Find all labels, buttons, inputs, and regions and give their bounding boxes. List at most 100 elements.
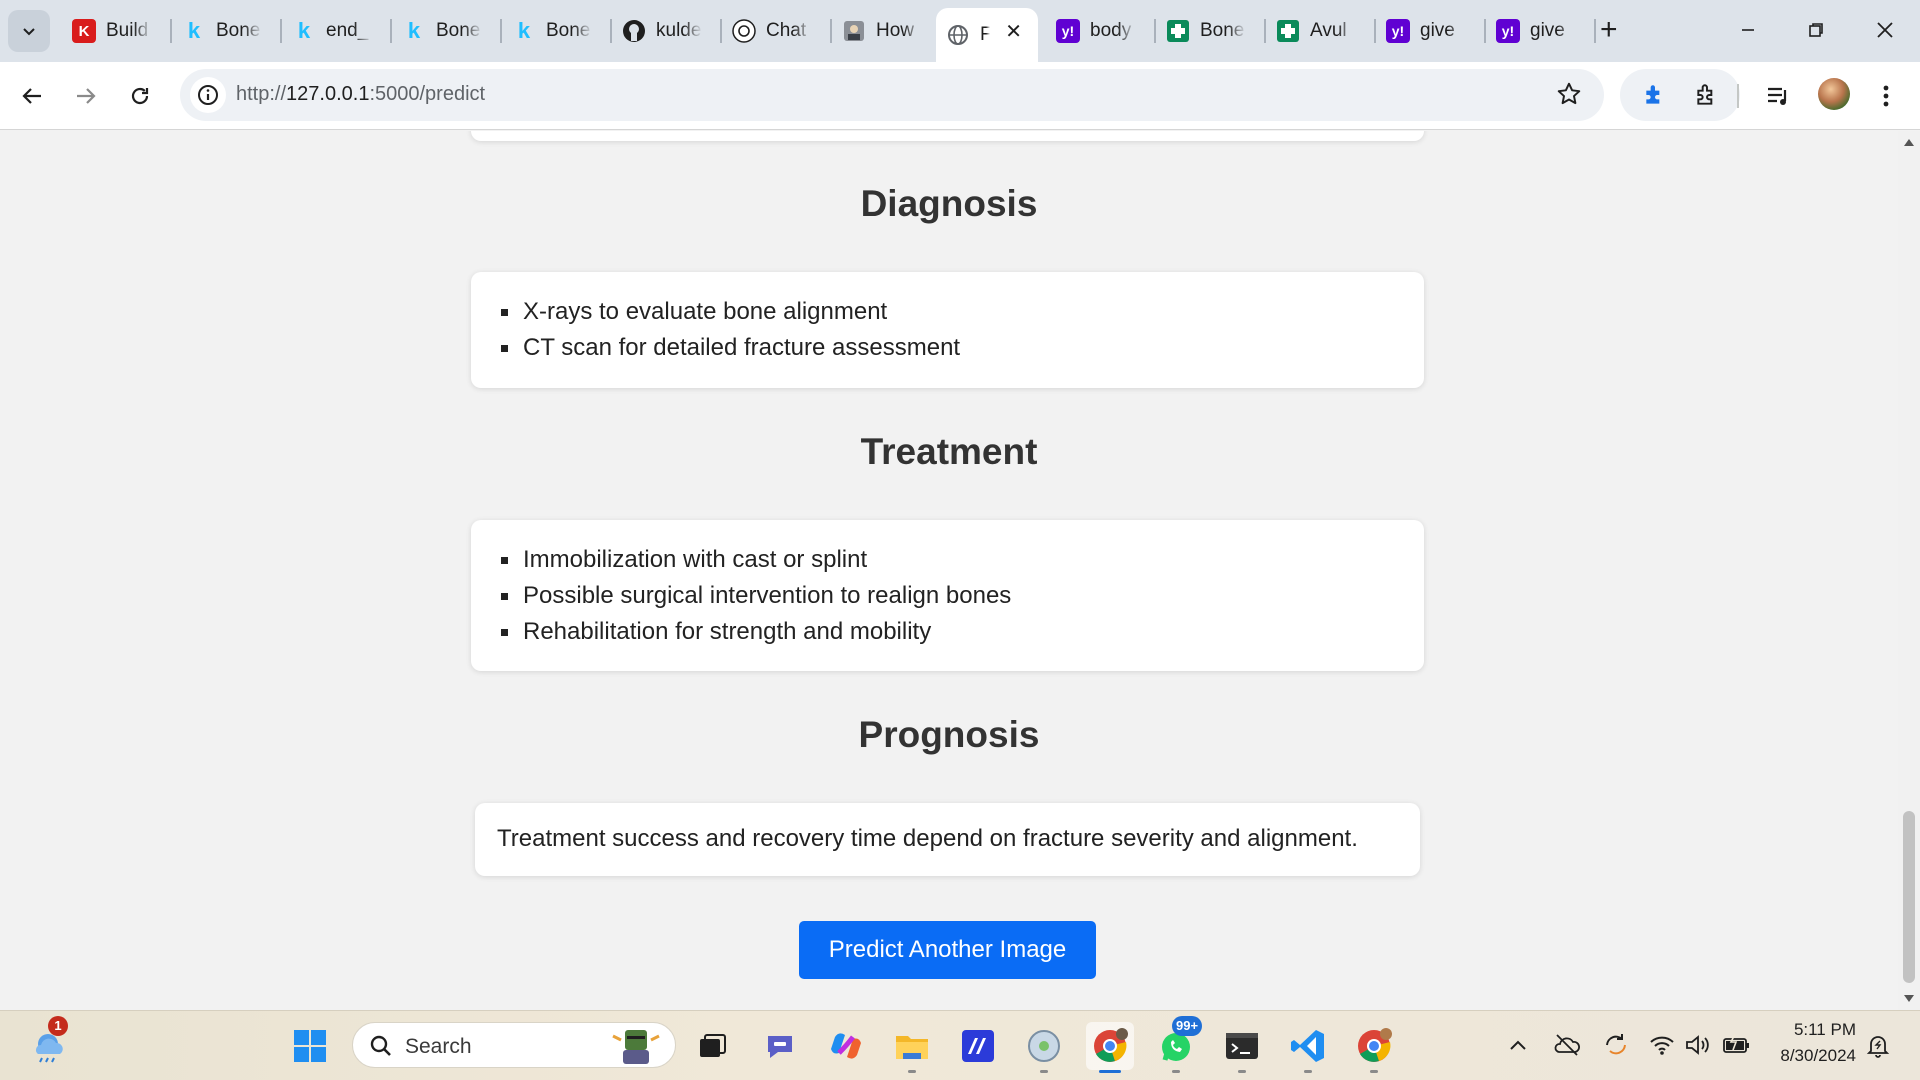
- copilot-icon: [831, 1033, 861, 1059]
- folder-icon: [896, 1036, 928, 1059]
- restore-icon: [1809, 23, 1823, 37]
- star-icon: [1557, 82, 1581, 105]
- tab-label: Bone: [216, 20, 261, 41]
- terminal-icon: [1226, 1033, 1258, 1059]
- tab-13[interactable]: y! give: [1376, 8, 1486, 54]
- k-red-icon: K: [72, 19, 96, 43]
- tab-3[interactable]: k end_: [282, 8, 392, 54]
- teams-chat-button[interactable]: [756, 1022, 804, 1070]
- media-control-icon[interactable]: [1765, 82, 1793, 110]
- tab-label: Avul: [1310, 20, 1347, 41]
- page-viewport: Diagnosis X-rays to evaluate bone alignm…: [0, 131, 1898, 1010]
- back-button[interactable]: [14, 78, 50, 114]
- extensions-icon[interactable]: [1694, 82, 1720, 108]
- diagnosis-card: X-rays to evaluate bone alignment CT sca…: [471, 272, 1424, 388]
- wifi-icon[interactable]: [1649, 1033, 1675, 1057]
- search-icon: [370, 1035, 391, 1056]
- scrollbar-thumb[interactable]: [1903, 811, 1915, 983]
- url-host: 127.0.0.1: [286, 83, 370, 105]
- bookmark-button[interactable]: [1556, 81, 1582, 112]
- profile-avatar[interactable]: [1818, 78, 1850, 110]
- treatment-list: Immobilization with cast or splint Possi…: [471, 520, 1424, 650]
- tab-11[interactable]: Bone: [1156, 8, 1266, 54]
- taskbar-search[interactable]: Search: [352, 1022, 676, 1068]
- task-view-button[interactable]: [688, 1022, 736, 1070]
- minimize-icon: [1742, 29, 1754, 31]
- forward-button[interactable]: [68, 78, 104, 114]
- scroll-down-arrow-icon[interactable]: [1904, 995, 1914, 1002]
- tab-5[interactable]: k Bone: [502, 8, 612, 54]
- chatgpt-icon: [732, 19, 756, 43]
- url-text[interactable]: http://127.0.0.1:5000/predict: [236, 83, 485, 106]
- tab-8[interactable]: How: [832, 8, 942, 54]
- chrome-button[interactable]: [1086, 1022, 1134, 1073]
- tab-label: Build: [106, 20, 149, 41]
- notification-bell-icon[interactable]: [1866, 1033, 1890, 1059]
- tab-6[interactable]: kulde: [612, 8, 722, 54]
- treatment-heading: Treatment: [860, 431, 1038, 472]
- vscode-button[interactable]: [1284, 1022, 1332, 1073]
- sync-icon[interactable]: [1602, 1031, 1630, 1059]
- search-label: Search: [405, 1035, 472, 1058]
- app-button[interactable]: [954, 1022, 1002, 1070]
- running-indicator: [1040, 1070, 1048, 1073]
- browser-toolbar: http://127.0.0.1:5000/predict: [0, 62, 1920, 130]
- battery-charging-icon[interactable]: [1721, 1032, 1751, 1058]
- tab-4[interactable]: k Bone: [392, 8, 502, 54]
- tab-label: give: [1420, 20, 1455, 41]
- health-cross-icon: [1167, 20, 1189, 42]
- restore-button[interactable]: [1791, 12, 1841, 48]
- running-indicator: [1370, 1070, 1378, 1073]
- volume-icon[interactable]: [1684, 1033, 1712, 1057]
- reload-button[interactable]: [122, 78, 158, 114]
- tab-14[interactable]: y! give: [1486, 8, 1596, 54]
- clock-time[interactable]: 5:11 PM: [1760, 1020, 1856, 1040]
- disc-icon: [1028, 1030, 1060, 1062]
- tab-12[interactable]: Avul: [1266, 8, 1376, 54]
- new-tab-button[interactable]: +: [1600, 14, 1618, 46]
- vscode-icon: [1291, 1030, 1324, 1062]
- yahoo-icon: y!: [1386, 19, 1410, 43]
- disc-app-button[interactable]: [1020, 1022, 1068, 1073]
- chrome-profile-button[interactable]: [1350, 1022, 1398, 1073]
- arrow-right-icon: [77, 88, 96, 104]
- clock-date[interactable]: 8/30/2024: [1760, 1046, 1856, 1066]
- address-bar[interactable]: http://127.0.0.1:5000/predict: [180, 69, 1604, 121]
- list-item: CT scan for detailed fracture assessment: [501, 330, 1424, 366]
- start-button[interactable]: [286, 1022, 334, 1070]
- site-info-button[interactable]: [190, 77, 226, 113]
- tab-label: body: [1090, 20, 1132, 41]
- tab-1[interactable]: K Build: [62, 8, 172, 54]
- close-tab-icon[interactable]: ✕: [1005, 19, 1022, 44]
- copilot-button[interactable]: [822, 1022, 870, 1070]
- puzzle-extension-icon[interactable]: [1642, 82, 1668, 108]
- close-window-button[interactable]: [1860, 12, 1910, 48]
- minimize-button[interactable]: [1723, 12, 1773, 48]
- predict-another-button[interactable]: Predict Another Image: [799, 921, 1096, 979]
- tab-2[interactable]: k Bone: [172, 8, 282, 54]
- ai-app-icon: [962, 1030, 994, 1062]
- menu-dots-icon[interactable]: [1876, 82, 1896, 110]
- weather-widget[interactable]: 1: [24, 1016, 72, 1070]
- prognosis-card: Treatment success and recovery time depe…: [475, 803, 1420, 876]
- chevron-up-icon[interactable]: [1508, 1037, 1528, 1053]
- tab-label: kulde: [656, 20, 702, 41]
- file-explorer-button[interactable]: [888, 1022, 936, 1073]
- tab-10[interactable]: y! body: [1046, 8, 1156, 54]
- page-scrollbar[interactable]: [1898, 131, 1920, 1010]
- cloud-offline-icon[interactable]: [1553, 1031, 1581, 1059]
- whatsapp-button[interactable]: 99+: [1152, 1016, 1203, 1073]
- whatsapp-badge: 99+: [1172, 1016, 1203, 1036]
- extensions-group: [1620, 69, 1740, 121]
- terminal-button[interactable]: [1218, 1022, 1266, 1073]
- tab-7[interactable]: Chat: [722, 8, 832, 54]
- list-item: Immobilization with cast or splint: [501, 542, 1424, 578]
- toolbar-divider: [1737, 84, 1739, 108]
- tab-active[interactable]: F ✕: [936, 8, 1038, 62]
- scroll-up-arrow-icon[interactable]: [1904, 139, 1914, 146]
- list-item: Possible surgical intervention to realig…: [501, 578, 1424, 614]
- tab-label: Bone: [1200, 20, 1245, 41]
- tab-search-button[interactable]: [8, 10, 50, 52]
- tab-label: end_: [326, 20, 369, 41]
- list-item: X-rays to evaluate bone alignment: [501, 294, 1424, 330]
